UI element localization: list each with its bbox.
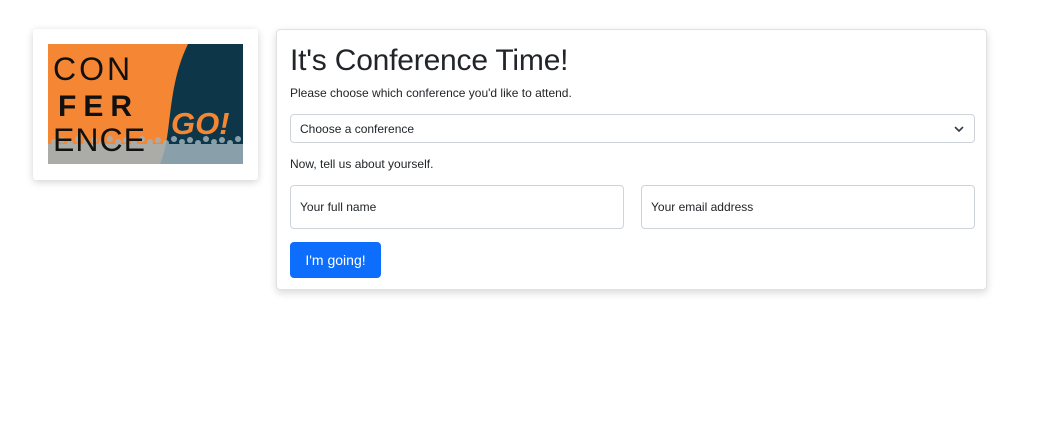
conference-select[interactable]: Choose a conference (290, 114, 975, 143)
logo-text-con: CON (53, 51, 133, 87)
choose-conference-instructions: Please choose which conference you'd lik… (290, 86, 572, 100)
chevron-down-icon (954, 126, 964, 132)
logo-text-fer: FER (58, 90, 139, 123)
full-name-input[interactable] (290, 185, 624, 229)
submit-going-button[interactable]: I'm going! (290, 242, 381, 278)
conference-form-card: It's Conference Time! Please choose whic… (276, 29, 987, 290)
conference-logo: CON FER ENCE GO! (48, 44, 243, 164)
page-title: It's Conference Time! (290, 44, 569, 77)
conference-logo-card: CON FER ENCE GO! (33, 29, 258, 180)
email-input[interactable] (641, 185, 975, 229)
conference-select-value: Choose a conference (300, 121, 415, 136)
about-yourself-prompt: Now, tell us about yourself. (290, 157, 434, 171)
logo-text-ence: ENCE (53, 122, 146, 158)
logo-text-go: GO! (171, 106, 230, 141)
